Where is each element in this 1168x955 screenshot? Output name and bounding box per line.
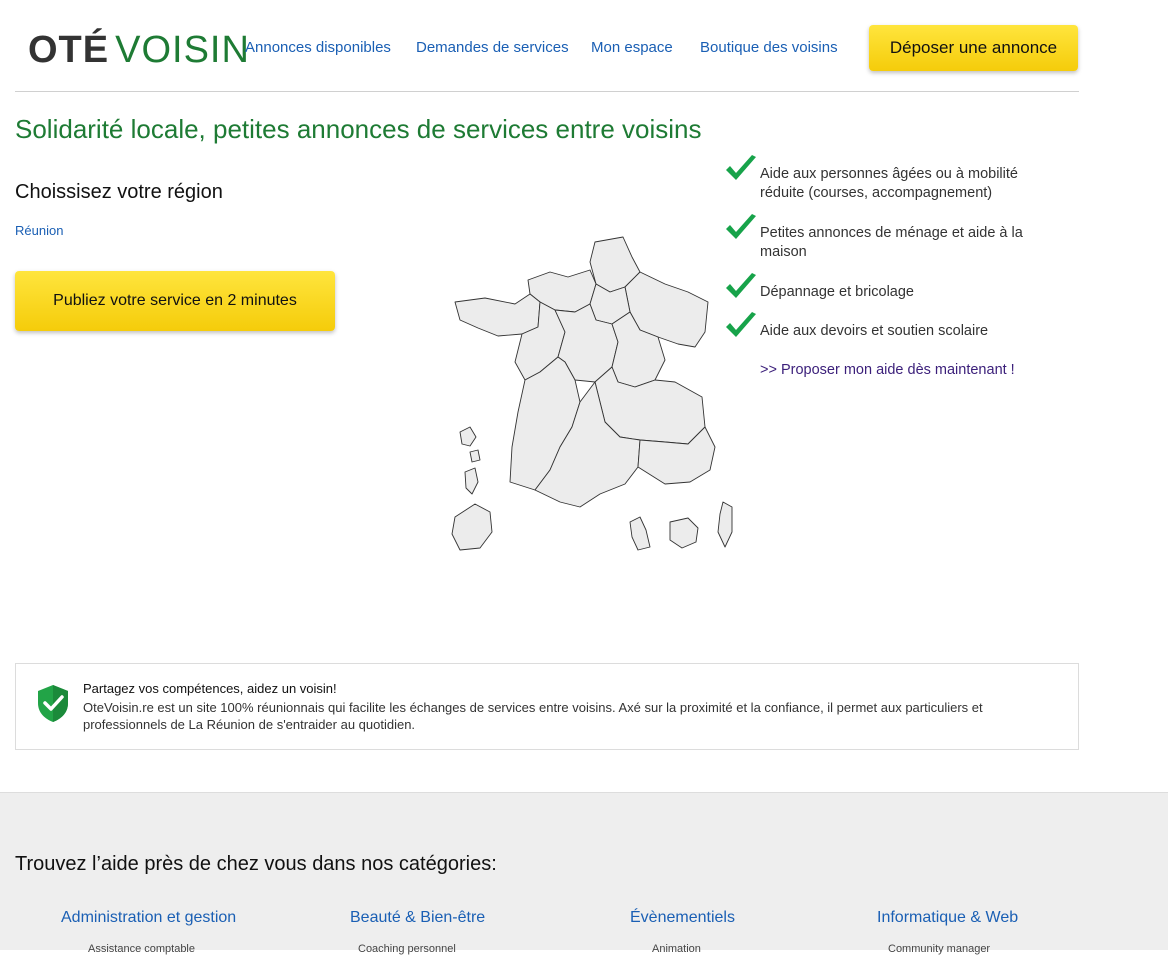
info-text: OteVoisin.re est un site 100% réunionnai… [83, 700, 983, 732]
site-logo[interactable]: OTÉ VOISIN [28, 28, 250, 72]
categories-heading: Trouvez l’aide près de chez vous dans no… [15, 853, 497, 875]
map-region-guyane[interactable] [451, 503, 493, 551]
check-icon [726, 312, 756, 337]
map-region-guadeloupe[interactable] [459, 426, 481, 463]
region-heading: Choissisez votre région [15, 181, 223, 203]
feature-text: Aide aux personnes âgées ou à mobilité r… [760, 166, 1018, 201]
feature-item: Aide aux devoirs et soutien scolaire [724, 312, 1054, 342]
category-evenementiels[interactable]: Évènementiels [630, 909, 735, 927]
check-icon [726, 214, 756, 239]
subcategory-link[interactable]: Community manager [888, 943, 990, 955]
category-administration[interactable]: Administration et gestion [61, 909, 236, 927]
nav-boutique-des-voisins[interactable]: Boutique des voisins [700, 39, 838, 56]
logo-voisin: VOISIN [115, 29, 250, 71]
logo-ote: OTÉ [28, 29, 110, 71]
category-informatique[interactable]: Informatique & Web [877, 909, 1018, 927]
france-map[interactable] [440, 232, 740, 552]
propose-aide-link[interactable]: >> Proposer mon aide dès maintenant ! [760, 362, 1015, 378]
publish-service-button[interactable]: Publiez votre service en 2 minutes [15, 271, 335, 331]
nav-mon-espace[interactable]: Mon espace [591, 39, 673, 56]
map-region-mayotte[interactable] [629, 516, 651, 551]
region-link-reunion[interactable]: Réunion [15, 223, 63, 238]
feature-item: Aide aux personnes âgées ou à mobilité r… [724, 155, 1054, 205]
check-icon [726, 273, 756, 298]
feature-text: Dépannage et bricolage [760, 284, 914, 300]
category-beaute[interactable]: Beauté & Bien-être [350, 909, 485, 927]
page-title: Solidarité locale, petites annonces de s… [15, 114, 702, 144]
info-title: Partagez vos compétences, aidez un voisi… [83, 681, 337, 696]
map-region-reunion[interactable] [669, 517, 699, 549]
nav-annonces-disponibles[interactable]: Annonces disponibles [245, 39, 391, 56]
info-box: Partagez vos compétences, aidez un voisi… [15, 663, 1079, 750]
shield-check-icon [38, 685, 68, 722]
feature-item: Dépannage et bricolage [724, 273, 1054, 303]
map-region-bretagne[interactable] [454, 293, 541, 337]
header-divider [15, 91, 1079, 92]
deposer-annonce-button[interactable]: Déposer une annonce [869, 25, 1078, 71]
subcategory-link[interactable]: Coaching personnel [358, 943, 456, 955]
site-header: OTÉ VOISIN Annonces disponibles Demandes … [0, 0, 1168, 92]
map-region-martinique[interactable] [464, 467, 479, 495]
check-icon [726, 155, 756, 180]
categories-section: Trouvez l’aide près de chez vous dans no… [0, 792, 1168, 955]
feature-text: Aide aux devoirs et soutien scolaire [760, 323, 989, 339]
map-region-corse[interactable] [717, 501, 733, 548]
feature-text: Petites annonces de ménage et aide à la … [760, 225, 1023, 260]
subcategory-link[interactable]: Animation [652, 943, 701, 955]
subcategory-link[interactable]: Assistance comptable [88, 943, 195, 955]
feature-item: Petites annonces de ménage et aide à la … [724, 214, 1054, 264]
nav-demandes-de-services[interactable]: Demandes de services [416, 39, 569, 56]
